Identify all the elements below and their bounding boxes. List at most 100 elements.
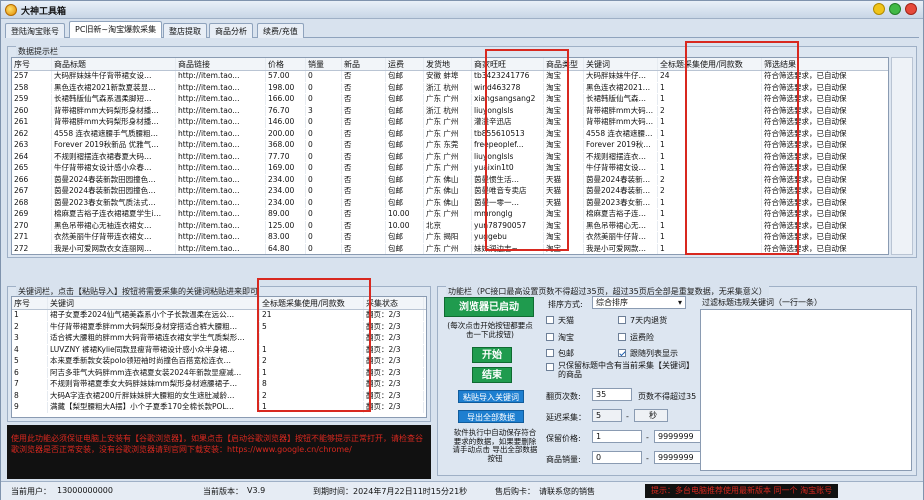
data-table-cell: 北京 — [424, 220, 472, 231]
launch-browser-button[interactable]: 浏览器已启动 — [444, 297, 534, 317]
data-table-cell: 0 — [306, 140, 342, 151]
data-table-cell: 234.00 — [266, 186, 306, 197]
sort-select[interactable]: 综合排序 ▾ — [592, 296, 686, 309]
export-data-button[interactable]: 导出全部数据 — [458, 410, 524, 423]
data-table-cell: 广东 佛山 — [424, 186, 472, 197]
data-table-cell: 广东 广州 — [424, 94, 472, 105]
data-table-cell: 否 — [342, 163, 386, 174]
checkbox-shipping-insurance-label: 运费险 — [630, 333, 654, 342]
data-table-cell: 146.00 — [266, 117, 306, 128]
data-table-cell: 否 — [342, 243, 386, 254]
delay-from-input[interactable]: 5 — [592, 409, 622, 422]
data-table-cell: 否 — [342, 105, 386, 116]
data-table-cell: 包邮 — [386, 232, 424, 243]
data-table-column-header[interactable]: 关键词 — [584, 58, 658, 70]
data-table-cell: 衣然美丽牛仔背带连衣裙女… — [52, 232, 176, 243]
keyword-table-column-header[interactable]: 关键词 — [48, 297, 260, 309]
data-table-cell: 257 — [12, 71, 52, 82]
paste-keywords-button[interactable]: 粘贴导入关键词 — [458, 390, 524, 403]
checkbox-taobao[interactable] — [546, 333, 554, 341]
delay-unit: 秒 — [649, 411, 657, 420]
data-table-cell: 棉麻夏吉裕子连… — [584, 209, 658, 220]
sales-dash: - — [646, 454, 649, 463]
data-table-cell: http://item.tao... — [176, 243, 266, 254]
checkbox-7day-return[interactable] — [618, 316, 626, 324]
keyword-table-cell: 1 — [12, 310, 48, 321]
data-table-cell: 0 — [306, 186, 342, 197]
data-table-cell: 茵曼2024春装新款田园撞色… — [52, 174, 176, 185]
data-table-cell: 200.00 — [266, 128, 306, 139]
delay-to-input[interactable]: 秒 — [634, 409, 668, 422]
checkbox-free-shipping[interactable] — [546, 349, 554, 357]
data-table-column-header[interactable]: 销量 — [306, 58, 342, 70]
data-table-cell: 包邮 — [386, 174, 424, 185]
checkbox-taobao-label: 淘宝 — [558, 333, 574, 342]
data-table-column-header[interactable]: 商品链接 — [176, 58, 266, 70]
tab-login[interactable]: 登陆淘宝账号 — [5, 23, 65, 38]
keyword-table-cell: 翻页：2/3 — [364, 402, 424, 413]
data-table-column-header[interactable]: 序号 — [12, 58, 52, 70]
minimize-button[interactable] — [873, 3, 885, 15]
keyword-table-cell: 适合裤大腰粗的胖mm大码背带裙连衣裙女学生气质梨形… — [48, 333, 260, 344]
data-table-cell: Forever 2019秋新品 优雅气… — [52, 140, 176, 151]
version-value: V3.9 — [247, 486, 266, 495]
data-table-cell: http://item.tao... — [176, 174, 266, 185]
tab-product-analysis[interactable]: 商品分析 — [209, 23, 253, 38]
pages-input[interactable]: 35 — [592, 388, 632, 401]
data-table-cell: 76.70 — [266, 105, 306, 116]
tab-pc-collect[interactable]: PC旧新~淘宝爆款采集 — [69, 21, 163, 38]
data-table-cell: http://item.tao... — [176, 186, 266, 197]
data-table-cell: 89.00 — [266, 209, 306, 220]
data-table-cell: 4558 连衣裙遮腰… — [584, 128, 658, 139]
stop-button[interactable]: 结束 — [472, 367, 512, 383]
expire-label: 到期时间： — [313, 487, 353, 496]
data-panel-title: 数据提示栏 — [16, 46, 60, 57]
checkbox-follow-list[interactable] — [618, 349, 626, 357]
data-table-cell: 广东 广州 — [424, 128, 472, 139]
data-table-cell: 黑色吊带裙心无… — [584, 220, 658, 231]
checkbox-tmall[interactable] — [546, 316, 554, 324]
checkbox-keyword-only[interactable] — [546, 363, 554, 371]
data-table-cell: http://item.tao... — [176, 209, 266, 220]
maximize-button[interactable] — [889, 3, 901, 15]
data-table-column-header[interactable]: 商品标题 — [52, 58, 176, 70]
tab-shop-extract[interactable]: 整店提取 — [163, 23, 207, 38]
filter-keywords-textarea[interactable] — [700, 309, 912, 471]
keyword-table-column-header[interactable]: 序号 — [12, 297, 48, 309]
data-table-column-header[interactable]: 运费 — [386, 58, 424, 70]
data-table-scrollbar[interactable] — [891, 57, 913, 255]
data-table-cell: 茵曼2023春女新款气质法式… — [52, 197, 176, 208]
price-from-input[interactable]: 1 — [592, 430, 642, 443]
tab-renew[interactable]: 续费/充值 — [257, 23, 304, 38]
data-table-cell: 大码胖妹妹牛仔… — [584, 71, 658, 82]
checkbox-shipping-insurance[interactable] — [618, 333, 626, 341]
data-table-cell: 264 — [12, 151, 52, 162]
data-table-cell: 261 — [12, 117, 52, 128]
data-table-cell: http://item.tao... — [176, 232, 266, 243]
data-table-column-header[interactable]: 新品 — [342, 58, 386, 70]
data-table-cell: 背带裙胖mm大码梨形身材播… — [52, 117, 176, 128]
data-table-cell: http://item.tao... — [176, 94, 266, 105]
start-button[interactable]: 开始 — [472, 347, 512, 363]
close-button[interactable] — [905, 3, 917, 15]
data-table-cell: 83.00 — [266, 232, 306, 243]
keyword-table-cell: 翻页：2/3 — [364, 367, 424, 378]
sort-select-value: 综合排序 — [596, 298, 628, 307]
data-table-cell: 260 — [12, 105, 52, 116]
sales-from-input[interactable]: 0 — [592, 451, 642, 464]
data-table-column-header[interactable]: 发货地 — [424, 58, 472, 70]
version-label: 当前版本： — [203, 487, 243, 496]
data-table-cell: 4558 连衣裙遮腰手气质腰粗… — [52, 128, 176, 139]
data-table-cell: 267 — [12, 186, 52, 197]
delay-label: 延迟采集： — [546, 413, 586, 422]
tab-bar: 登陆淘宝账号 PC旧新~淘宝爆款采集 整店提取 商品分析 续费/充值 — [5, 21, 919, 38]
data-table-cell: 263 — [12, 140, 52, 151]
data-table-cell: 0 — [306, 197, 342, 208]
keyword-table-column-header[interactable]: 采集状态 — [364, 297, 424, 309]
data-table-column-header[interactable]: 价格 — [266, 58, 306, 70]
data-table-cell: 包邮 — [386, 186, 424, 197]
data-table-cell: 长裙韩版仙气森系温柔脚短… — [52, 94, 176, 105]
keyword-table-cell: 满藏【梨型腰粗大A摆】小个子夏季170全棉长款POL… — [48, 402, 260, 413]
data-table-cell: 270 — [12, 220, 52, 231]
keyword-table-cell: 翻页：2/3 — [364, 321, 424, 332]
